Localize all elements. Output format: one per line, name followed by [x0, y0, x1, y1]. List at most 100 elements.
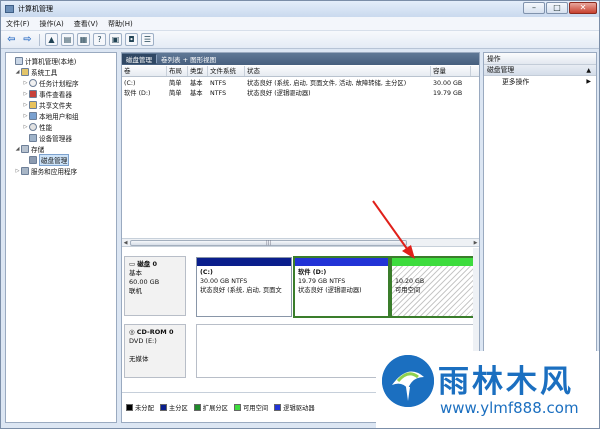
disk-0-info[interactable]: ▭ 磁盘 0 基本 60.00 GB 联机 [124, 256, 186, 316]
collapse-icon[interactable]: ◢ [14, 146, 21, 152]
caption-buttons: – □ ✕ [523, 2, 597, 14]
computer-management-icon [5, 5, 14, 13]
back-arrow-icon[interactable]: ⇦ [5, 33, 18, 46]
tab-volume-list[interactable]: 卷列表 + 图形视图 [157, 54, 220, 64]
tab-disk-management[interactable]: 磁盘管理 [122, 54, 156, 64]
volume-layout: 简单 [169, 90, 182, 97]
partition-status: 状态良好 (系统, 启动, 页面文 [200, 287, 282, 294]
users-icon [29, 111, 37, 120]
cdrom-icon: ◎ [129, 328, 137, 336]
legend-item: 主分区 [159, 403, 188, 412]
up-folder-icon[interactable]: ▲ [45, 33, 58, 46]
partition-c[interactable]: (C:) 30.00 GB NTFS 状态良好 (系统, 启动, 页面文 [196, 257, 292, 317]
tree-item-device-manager[interactable]: 设备管理器 [22, 132, 72, 143]
volume-type: 基本 [190, 80, 203, 87]
column-capacity[interactable]: 容量 [431, 66, 471, 76]
volume-type: 基本 [190, 90, 203, 97]
tree-item-event-viewer[interactable]: ▷ 事件查看器 [22, 88, 72, 99]
partition-size: 30.00 GB NTFS [200, 278, 248, 285]
legend-swatch [193, 404, 201, 411]
legend-swatch [233, 404, 241, 411]
expand-icon[interactable]: ▷ [22, 80, 29, 86]
show-hide-tree-icon[interactable]: ▤ [61, 33, 74, 46]
menu-file[interactable]: 文件(F) [1, 19, 35, 29]
scrollbar-thumb[interactable]: ||| [130, 240, 407, 246]
volume-row[interactable]: 软件 (D:) 简单 基本 NTFS 状态良好 (逻辑驱动器) 19.79 GB [122, 89, 479, 99]
tree-item-services[interactable]: ▷ 服务和应用程序 [14, 165, 77, 176]
free-space[interactable]: 10.20 GB 可用空间 [390, 256, 479, 318]
forward-arrow-icon[interactable]: ⇨ [21, 33, 34, 46]
column-more[interactable] [471, 66, 479, 76]
actions-section-disk-management[interactable]: 磁盘管理 ▲ [484, 65, 596, 76]
collapse-icon[interactable]: ◢ [14, 69, 21, 75]
legend-swatch [159, 404, 167, 411]
clock-icon [29, 78, 37, 87]
submenu-arrow-icon: ▶ [586, 78, 591, 85]
computer-management-window: 计算机管理 – □ ✕ 文件(F) 操作(A) 查看(V) 帮助(H) ⇦ ⇨ … [0, 0, 600, 429]
show-hide-action-pane-icon[interactable]: ▣ [109, 33, 122, 46]
legend-item: 可用空间 [233, 403, 268, 412]
disk-0-state: 联机 [129, 287, 142, 295]
tree-item-root[interactable]: 计算机管理(本地) [8, 55, 76, 66]
more-actions[interactable]: 更多操作 ▶ [484, 76, 596, 88]
tree-item-local-users[interactable]: ▷ 本地用户和组 [22, 110, 79, 121]
actions-header: 操作 [484, 53, 596, 65]
cdrom-drive: DVD (E:) [129, 337, 157, 345]
column-status[interactable]: 状态 [245, 66, 431, 76]
expand-icon[interactable]: ▷ [22, 91, 29, 97]
primary-partition-bar [197, 258, 291, 266]
menu-action[interactable]: 操作(A) [35, 19, 69, 29]
menu-view[interactable]: 查看(V) [69, 19, 103, 29]
shared-folder-icon [29, 100, 37, 109]
volume-capacity: 30.00 GB [433, 80, 463, 87]
partition-d[interactable]: 软件 (D:) 19.79 GB NTFS 状态良好 (逻辑驱动器) [293, 256, 390, 318]
volume-row[interactable]: (C:) 简单 基本 NTFS 状态良好 (系统, 启动, 页面文件, 活动, … [122, 79, 479, 89]
partition-size: 19.79 GB NTFS [298, 278, 346, 285]
help-icon[interactable]: ? [93, 33, 106, 46]
tree-item-storage[interactable]: ◢ 存储 [14, 143, 44, 154]
free-space-bar [392, 258, 477, 266]
scroll-right-icon[interactable]: ▶ [472, 240, 479, 246]
properties-icon[interactable]: ▦ [77, 33, 90, 46]
disk-0-title: ▭ 磁盘 0 [129, 260, 158, 268]
volume-capacity: 19.79 GB [433, 90, 463, 97]
logical-drive-bar [295, 258, 388, 266]
legend-item: 扩展分区 [193, 403, 228, 412]
expand-icon[interactable]: ▷ [22, 102, 29, 108]
disk-management-icon [29, 155, 37, 164]
column-layout[interactable]: 布局 [167, 66, 188, 76]
column-type[interactable]: 类型 [188, 66, 208, 76]
column-filesystem[interactable]: 文件系统 [208, 66, 245, 76]
tree-item-shared-folders[interactable]: ▷ 共享文件夹 [22, 99, 72, 110]
expand-icon[interactable]: ▷ [14, 168, 21, 174]
tree-item-system-tools[interactable]: ◢ 系统工具 [14, 66, 57, 77]
list-icon[interactable]: ☰ [141, 33, 154, 46]
services-icon [21, 166, 29, 175]
tree-item-performance[interactable]: ▷ 性能 [22, 121, 52, 132]
event-viewer-icon [29, 89, 37, 98]
minimize-button[interactable]: – [523, 2, 545, 14]
tree-item-disk-management[interactable]: 磁盘管理 [22, 153, 70, 166]
volume-filesystem: NTFS [210, 90, 227, 97]
legend-item: 逻辑驱动器 [274, 403, 315, 412]
disk-icon[interactable]: ◘ [125, 33, 138, 46]
horizontal-scrollbar[interactable]: ◀ ||| ▶ [122, 238, 479, 247]
collapse-caret-icon[interactable]: ▲ [586, 65, 591, 76]
expand-icon[interactable]: ▷ [22, 113, 29, 119]
watermark-name: 雨林木风 [438, 364, 574, 400]
expand-icon[interactable]: ▷ [22, 124, 29, 130]
close-button[interactable]: ✕ [569, 2, 597, 14]
volume-name: (C:) [124, 80, 136, 87]
watermark-url: www.ylmf888.com [440, 399, 579, 417]
computer-icon [15, 56, 23, 65]
disk-0-size: 60.00 GB [129, 278, 160, 286]
maximize-button[interactable]: □ [546, 2, 568, 14]
column-volume[interactable]: 卷 [122, 66, 167, 76]
menu-help[interactable]: 帮助(H) [103, 19, 138, 29]
tree-item-task-scheduler[interactable]: ▷ 任务计划程序 [22, 77, 79, 88]
partition-status: 可用空间 [395, 287, 421, 294]
scroll-left-icon[interactable]: ◀ [122, 240, 129, 246]
volume-list-header: 卷 布局 类型 文件系统 状态 容量 [122, 66, 479, 77]
cdrom-0-info[interactable]: ◎ CD-ROM 0 DVD (E:) 无媒体 [124, 324, 186, 378]
title-bar: 计算机管理 – □ ✕ [1, 1, 599, 17]
